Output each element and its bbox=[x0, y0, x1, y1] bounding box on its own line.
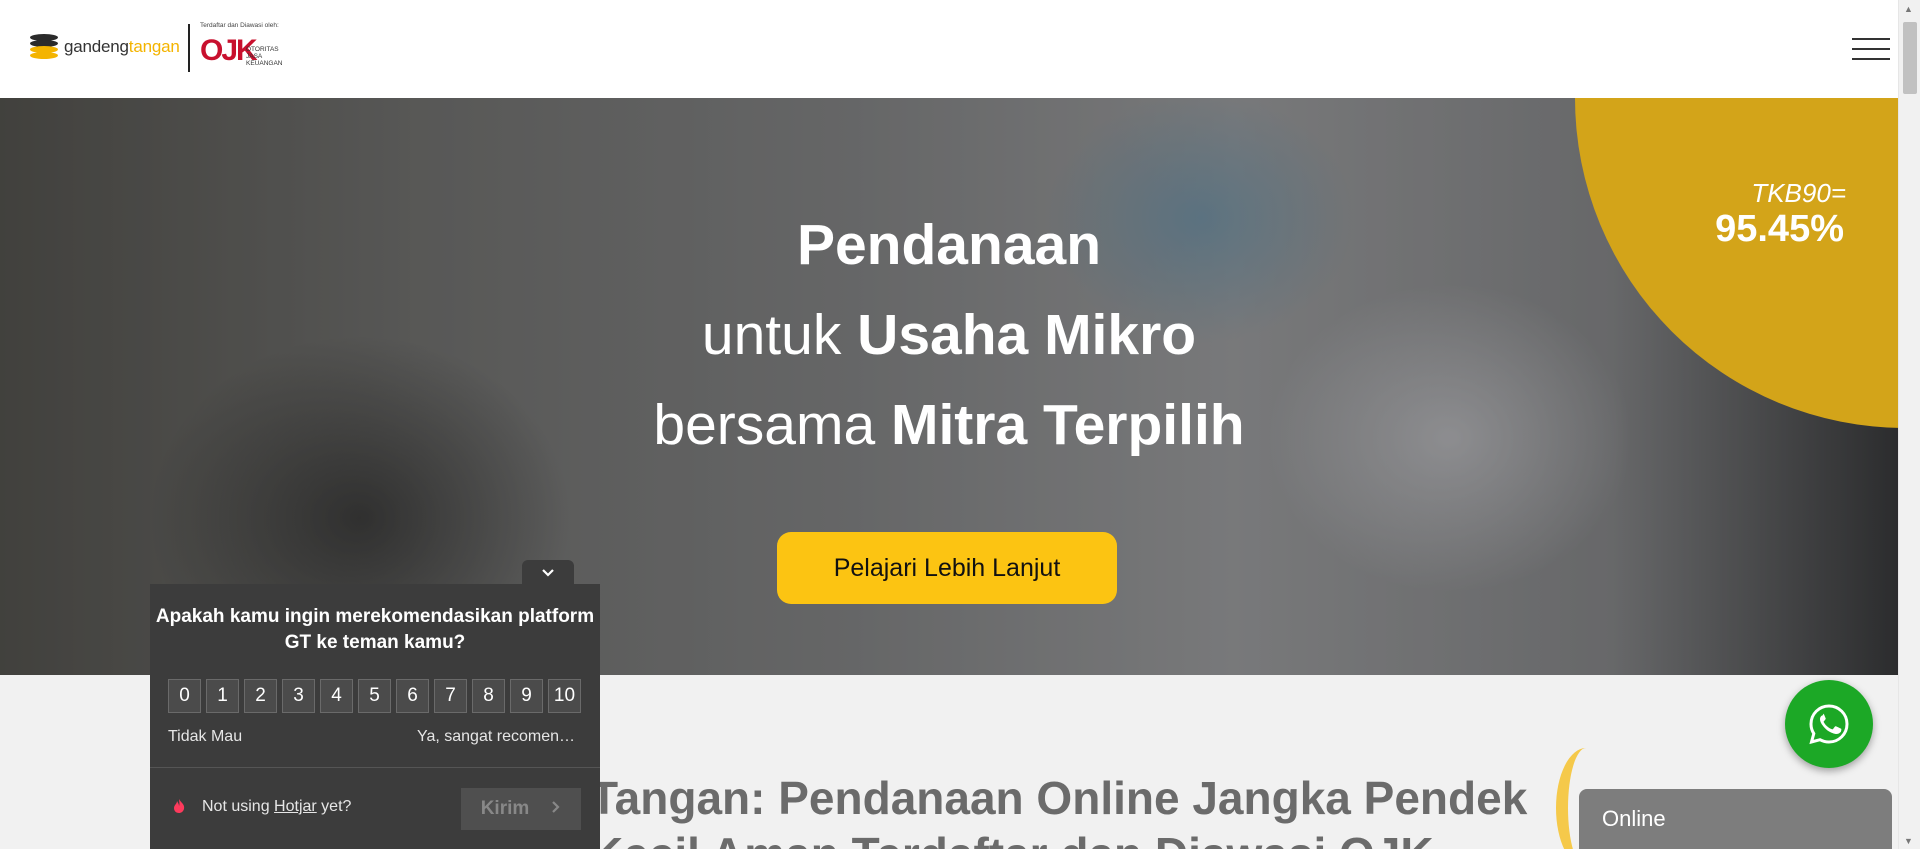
nps-option[interactable]: 2 bbox=[244, 679, 277, 713]
survey-question: Apakah kamu ingin merekomendasikan platf… bbox=[155, 606, 595, 653]
nps-option[interactable]: 10 bbox=[548, 679, 581, 713]
hotjar-flame-icon bbox=[172, 798, 186, 819]
nps-option[interactable]: 5 bbox=[358, 679, 391, 713]
page-scrollbar[interactable]: ▲ ▼ bbox=[1898, 0, 1920, 849]
menu-icon[interactable] bbox=[1852, 36, 1890, 62]
scroll-down-arrow-icon[interactable]: ▼ bbox=[1904, 836, 1913, 846]
site-header: gandengtangan Terdaftar dan Diawasi oleh… bbox=[0, 0, 1898, 98]
nps-high-label: Ya, sangat recomen… bbox=[416, 728, 575, 745]
whatsapp-icon[interactable] bbox=[1785, 680, 1873, 768]
hero-line-3: bersama Mitra Terpilih bbox=[653, 393, 1245, 457]
ojk-subtitle: OTORITAS JASA KEUANGAN bbox=[246, 46, 283, 67]
nps-option[interactable]: 9 bbox=[510, 679, 543, 713]
hero-line-1: Pendanaan bbox=[796, 213, 1102, 277]
logo-coin-icon bbox=[30, 34, 58, 60]
chevron-right-icon bbox=[551, 798, 561, 820]
nps-low-label: Tidak Mau bbox=[168, 728, 243, 745]
nps-option[interactable]: 6 bbox=[396, 679, 429, 713]
ojk-badge: Terdaftar dan Diawasi oleh: OJK OTORITAS… bbox=[200, 22, 292, 74]
live-chat-tab[interactable]: Online bbox=[1579, 789, 1892, 849]
hero-line-2: untuk Usaha Mikro bbox=[701, 303, 1197, 367]
feedback-survey-widget: Apakah kamu ingin merekomendasikan platf… bbox=[150, 560, 600, 849]
gandengtangan-logo[interactable]: gandengtangan bbox=[30, 34, 180, 60]
nps-option[interactable]: 4 bbox=[320, 679, 353, 713]
nps-option[interactable]: 8 bbox=[472, 679, 505, 713]
logo-divider bbox=[188, 24, 190, 72]
hotjar-link[interactable]: Hotjar bbox=[274, 798, 317, 815]
nps-option[interactable]: 0 bbox=[168, 679, 201, 713]
ojk-caption: Terdaftar dan Diawasi oleh: bbox=[200, 22, 279, 29]
hotjar-note: Not using Hotjar yet? bbox=[202, 798, 352, 815]
nps-option[interactable]: 7 bbox=[434, 679, 467, 713]
nps-option[interactable]: 3 bbox=[282, 679, 315, 713]
survey-divider bbox=[150, 767, 600, 768]
nps-option[interactable]: 1 bbox=[206, 679, 239, 713]
learn-more-button[interactable]: Pelajari Lebih Lanjut bbox=[777, 532, 1117, 604]
section-title: Tangan: Pendanaan Online Jangka Pendek K… bbox=[590, 772, 1528, 849]
logo-wordmark: gandengtangan bbox=[64, 37, 180, 56]
chevron-down-icon[interactable] bbox=[522, 560, 574, 586]
scroll-up-arrow-icon[interactable]: ▲ bbox=[1904, 4, 1913, 14]
nps-scale: 0 1 2 3 4 5 6 7 8 9 10 bbox=[168, 679, 581, 713]
scroll-thumb[interactable] bbox=[1903, 22, 1917, 94]
send-button[interactable]: Kirim bbox=[461, 788, 581, 830]
